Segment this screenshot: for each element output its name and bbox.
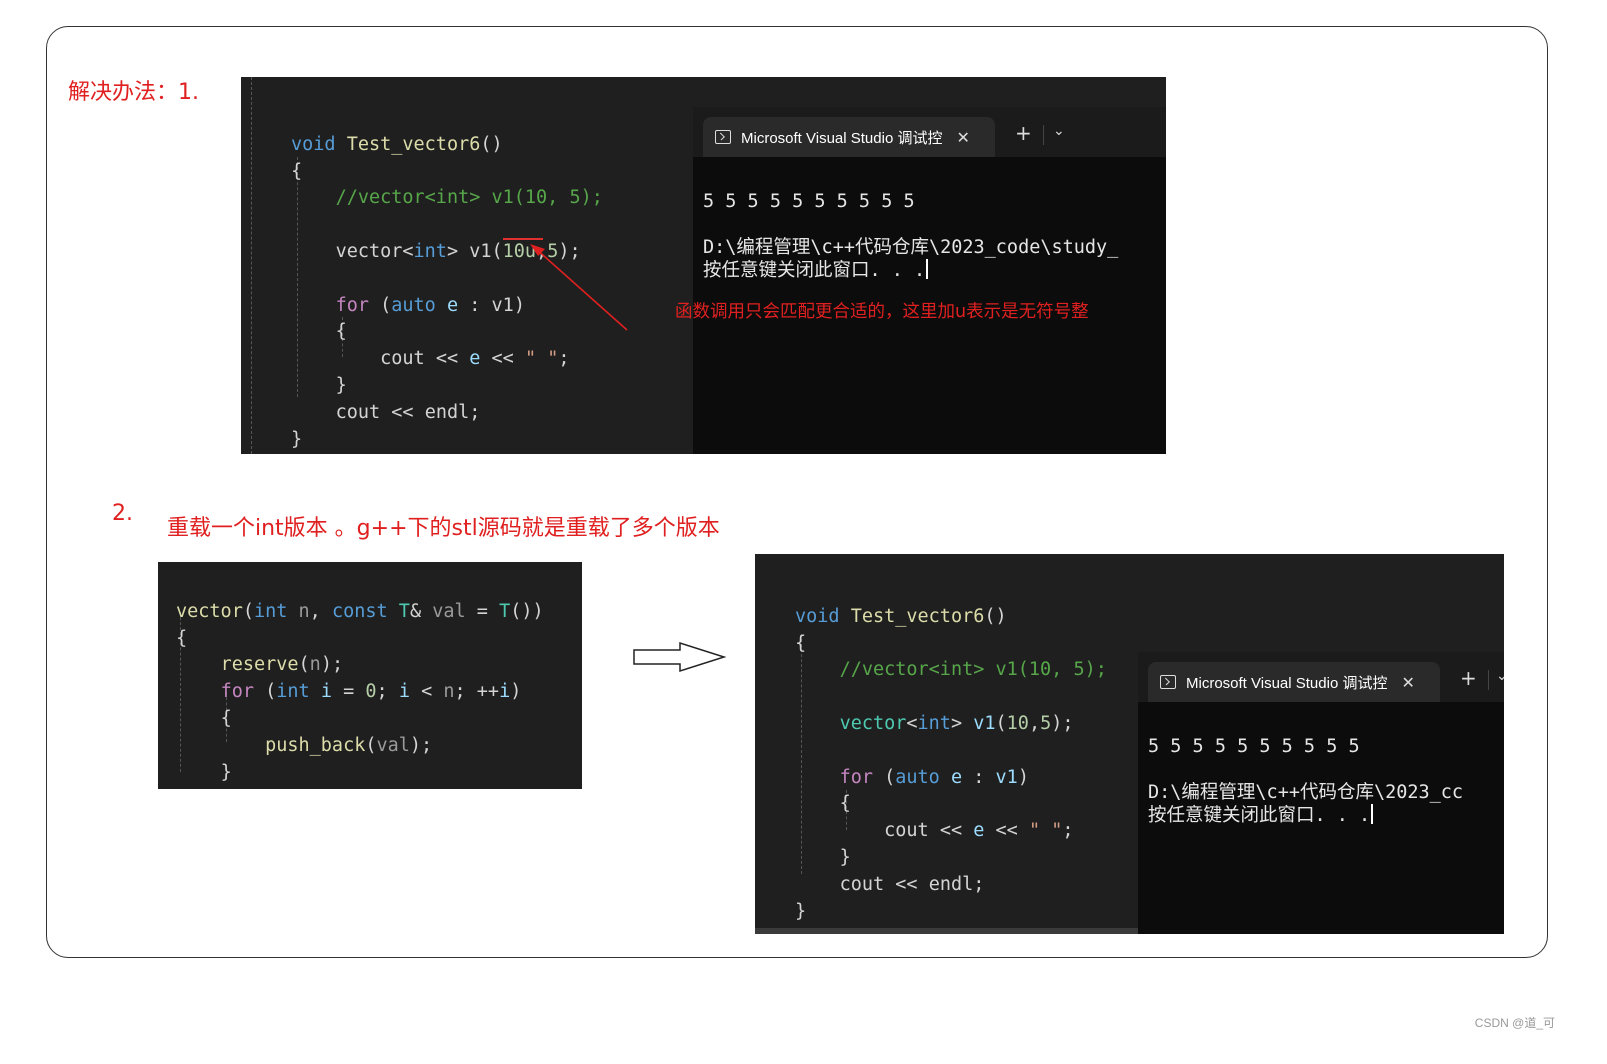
output-line: 按任意键关闭此窗口. . .: [703, 260, 926, 281]
terminal-app-icon: [1160, 675, 1176, 689]
terminal-title-bar: Microsoft Visual Studio 调试控 ✕ + ⌄: [1138, 652, 1504, 702]
output-line: 5 5 5 5 5 5 5 5 5 5: [703, 191, 915, 212]
output-line: D:\编程管理\c++代码仓库\2023_code\study_: [703, 237, 1119, 258]
watermark: CSDN @道_可: [1474, 1016, 1555, 1030]
output-line: D:\编程管理\c++代码仓库\2023_cc: [1148, 782, 1464, 803]
close-icon[interactable]: ✕: [956, 128, 969, 147]
terminal-title-bar: Microsoft Visual Studio 调试控 ✕ + ⌄: [693, 107, 1166, 157]
step2-editor: void Test_vector6(){ //vector<int> v1(10…: [755, 554, 1504, 934]
output-line: 5 5 5 5 5 5 5 5 5 5: [1148, 736, 1360, 757]
step2-label: 重载一个int版本 。g++下的stl源码就是重载了多个版本: [167, 516, 720, 541]
chevron-down-icon[interactable]: ⌄: [1053, 123, 1065, 139]
new-tab-plus-icon[interactable]: +: [1015, 121, 1032, 145]
close-icon[interactable]: ✕: [1401, 673, 1414, 692]
terminal-tab[interactable]: Microsoft Visual Studio 调试控 ✕: [1148, 662, 1440, 702]
output-line: 按任意键关闭此窗口. . .: [1148, 805, 1371, 826]
error-underline: [503, 238, 543, 240]
gutter-guide: [251, 77, 252, 454]
terminal-output: 5 5 5 5 5 5 5 5 5 5 D:\编程管理\c++代码仓库\2023…: [1148, 712, 1463, 827]
tab-separator: [1488, 670, 1489, 690]
terminal-tab-title: Microsoft Visual Studio 调试控: [1186, 674, 1388, 692]
text-cursor: [1371, 804, 1373, 824]
step1-label: 解决办法：1.: [68, 80, 199, 105]
chevron-down-icon[interactable]: ⌄: [1496, 668, 1504, 684]
step1-terminal-window: Microsoft Visual Studio 调试控 ✕ + ⌄ 5 5 5 …: [693, 107, 1166, 454]
step2-terminal-window: Microsoft Visual Studio 调试控 ✕ + ⌄ 5 5 5 …: [1138, 652, 1504, 934]
terminal-tab-title: Microsoft Visual Studio 调试控: [741, 129, 943, 147]
step1-editor: void Test_vector6(){ //vector<int> v1(10…: [241, 77, 1166, 454]
terminal-app-icon: [715, 130, 731, 144]
step2-code: void Test_vector6(){ //vector<int> v1(10…: [795, 605, 1107, 922]
new-tab-plus-icon[interactable]: +: [1460, 666, 1477, 690]
terminal-tab[interactable]: Microsoft Visual Studio 调试控 ✕: [703, 117, 995, 157]
step1-code: void Test_vector6(){ //vector<int> v1(10…: [291, 133, 603, 450]
tab-separator: [1043, 125, 1044, 145]
step1-annotation: 函数调用只会匹配更合适的，这里加u表示是无符号整: [675, 302, 1089, 322]
text-cursor: [926, 259, 928, 279]
step2-snippet-code: vector(int n, const T& val = T()){ reser…: [176, 600, 544, 789]
step2-snippet-editor: vector(int n, const T& val = T()){ reser…: [158, 562, 582, 789]
terminal-output: 5 5 5 5 5 5 5 5 5 5 D:\编程管理\c++代码仓库\2023…: [703, 167, 1118, 282]
step2-number: 2.: [112, 501, 133, 526]
